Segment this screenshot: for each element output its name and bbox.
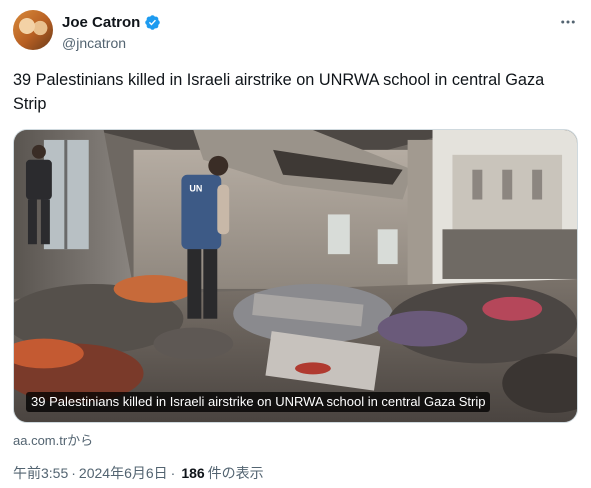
meta-separator-2: · [170, 465, 176, 481]
tweet-media-image[interactable]: UN 39 Palestinians killed in Israeli air… [13, 129, 578, 423]
verified-badge-icon [145, 15, 161, 30]
meta-separator: · [71, 465, 76, 481]
author-name-row[interactable]: Joe Catron [62, 14, 161, 31]
author-handle[interactable]: @jncatron [62, 35, 126, 51]
views-count[interactable]: 186 [181, 465, 204, 481]
destroyed-classroom-photo: UN [14, 130, 577, 422]
tweet-time[interactable]: 午前3:55 [13, 463, 68, 483]
link-source[interactable]: aa.com.trから [13, 430, 93, 449]
tweet-date[interactable]: 2024年6月6日 [79, 463, 168, 483]
tweet-text: 39 Palestinians killed in Israeli airstr… [13, 71, 545, 113]
more-options-icon[interactable] [558, 12, 578, 32]
author-name[interactable]: Joe Catron [62, 14, 140, 31]
image-caption: 39 Palestinians killed in Israeli airstr… [26, 392, 491, 412]
vest-text: UN [189, 184, 202, 194]
views-label: 件の表示 [207, 465, 264, 481]
tweet-meta: 午前3:55 · 2024年6月6日 · 186 件の表示 [13, 463, 264, 483]
avatar[interactable] [13, 10, 53, 50]
tweet-header: Joe Catron @jncatron [13, 10, 578, 54]
